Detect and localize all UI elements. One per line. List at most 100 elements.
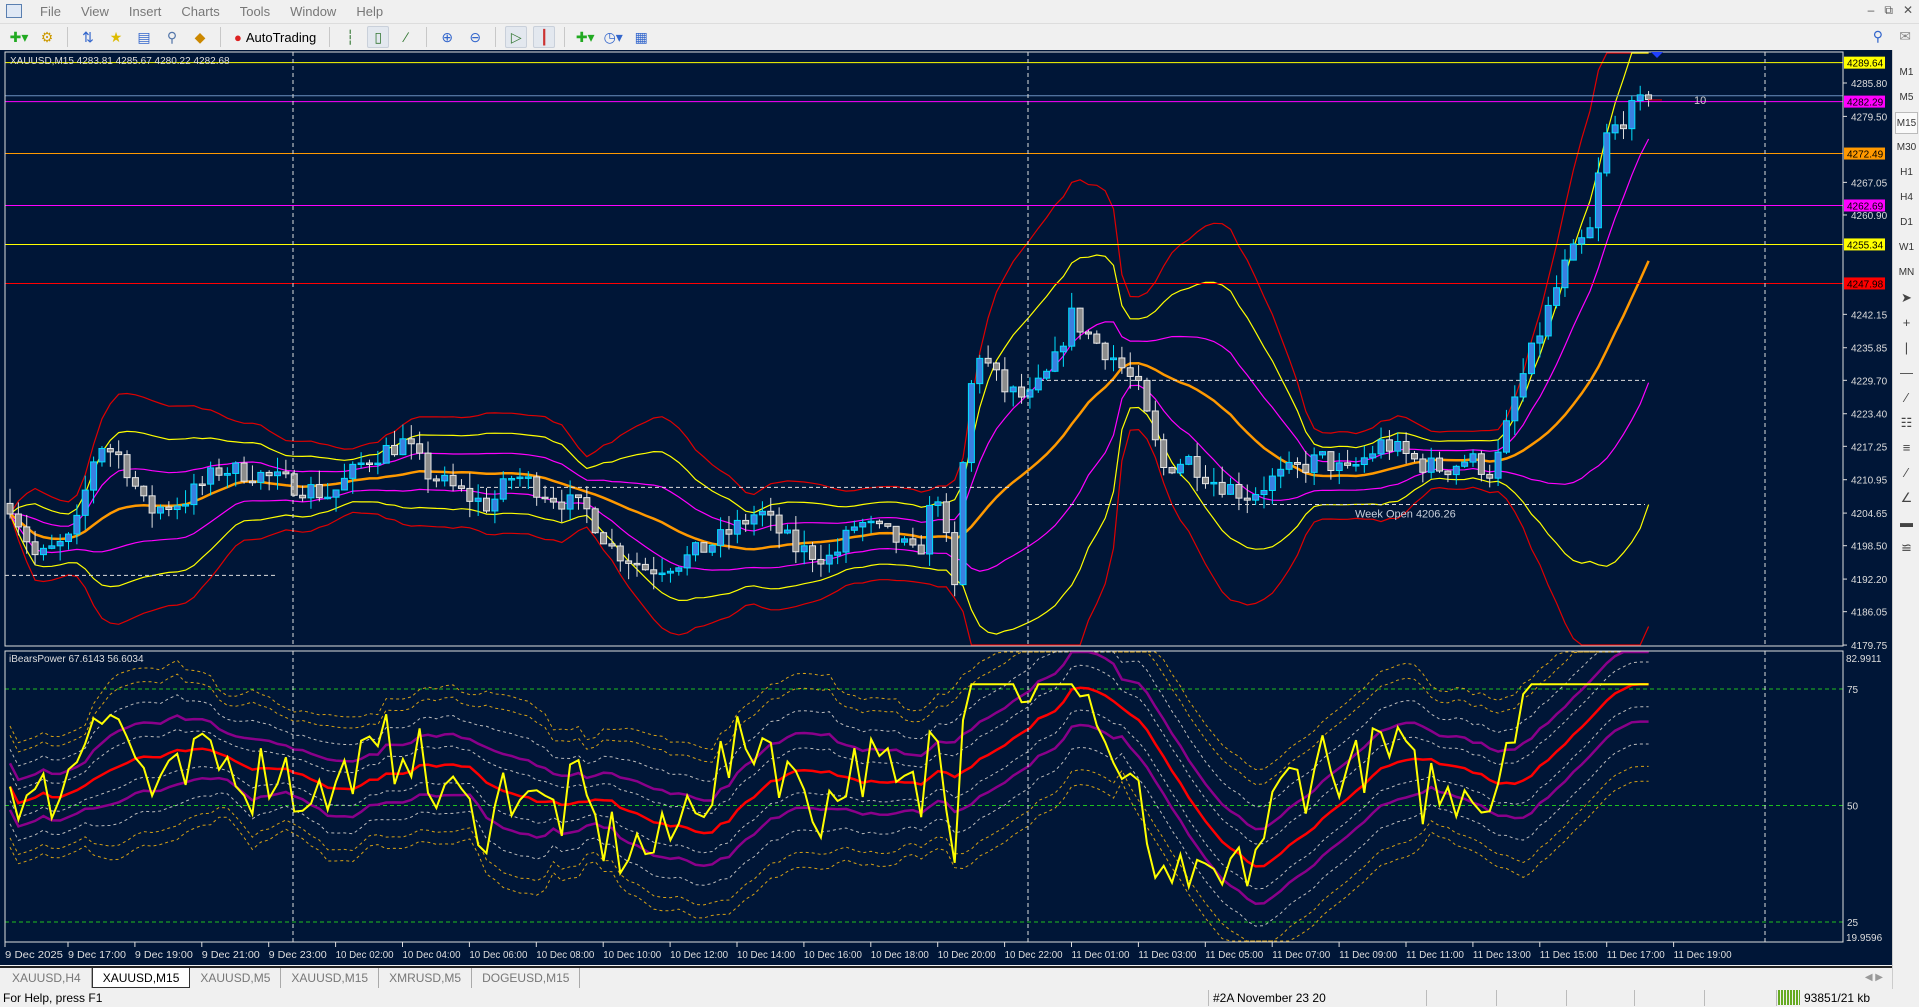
equidistant-channel-icon[interactable]: ☷ bbox=[1895, 412, 1918, 434]
candle bbox=[934, 496, 942, 517]
cursor-icon[interactable]: ➤ bbox=[1895, 287, 1918, 309]
time-label: 10 Dec 02:00 bbox=[336, 950, 394, 961]
fan-icon[interactable]: ∠ bbox=[1895, 487, 1918, 509]
candle-body bbox=[574, 494, 582, 499]
zoom-out-icon[interactable]: ⊖ bbox=[464, 26, 486, 48]
candle-body bbox=[566, 494, 574, 510]
candle bbox=[641, 557, 649, 571]
menu-tools[interactable]: Tools bbox=[230, 4, 280, 19]
candle bbox=[1385, 430, 1393, 460]
candle bbox=[1001, 357, 1009, 403]
bar-chart-button[interactable]: ┆ bbox=[339, 26, 361, 48]
candle bbox=[1260, 476, 1268, 509]
chart-tab[interactable]: XAUUSD,M15 bbox=[281, 968, 380, 988]
price-tick-label: 4198.50 bbox=[1851, 542, 1888, 553]
timeframe-mn[interactable]: MN bbox=[1895, 262, 1918, 284]
horizontal-line-icon[interactable]: — bbox=[1895, 362, 1918, 384]
indicator-level-label: 25 bbox=[1847, 918, 1859, 929]
autotrading-button[interactable]: ● AutoTrading bbox=[230, 30, 320, 45]
candle-body bbox=[399, 438, 407, 456]
metaeditor-icon[interactable]: ◆ bbox=[189, 26, 211, 48]
candle-body bbox=[1126, 367, 1134, 377]
candle-body bbox=[1302, 463, 1310, 473]
candle-body bbox=[81, 489, 89, 516]
chart-tab[interactable]: XMRUSD,M5 bbox=[379, 968, 473, 988]
timeframe-w1[interactable]: W1 bbox=[1895, 237, 1918, 259]
terminal-icon[interactable]: ▤ bbox=[133, 26, 155, 48]
chart-tab[interactable]: DOGEUSD,M15 bbox=[472, 968, 581, 988]
timeframe-m5[interactable]: M5 bbox=[1895, 87, 1918, 109]
candle-body bbox=[1494, 451, 1502, 479]
candle bbox=[850, 520, 858, 534]
fibonacci-icon[interactable]: ≡ bbox=[1895, 437, 1918, 459]
timeframe-h1[interactable]: H1 bbox=[1895, 162, 1918, 184]
indicators-button[interactable]: ✚▾ bbox=[574, 26, 596, 48]
close-button[interactable]: ✕ bbox=[1903, 3, 1913, 18]
candle bbox=[299, 485, 307, 502]
candle-body bbox=[449, 474, 457, 487]
candle-body bbox=[800, 545, 808, 553]
timeframe-h4[interactable]: H4 bbox=[1895, 187, 1918, 209]
timeframe-m30[interactable]: M30 bbox=[1895, 137, 1918, 159]
restore-button[interactable]: ⧉ bbox=[1884, 3, 1893, 18]
candle-body bbox=[850, 526, 858, 531]
status-traffic: 93851/21 kb bbox=[1804, 991, 1871, 1005]
candle bbox=[1469, 449, 1477, 467]
chart-shift-button[interactable]: ┃ bbox=[533, 26, 556, 48]
candle-body bbox=[173, 505, 181, 510]
rectangle-icon[interactable]: ▬ bbox=[1895, 512, 1918, 534]
timeframe-m1[interactable]: M1 bbox=[1895, 62, 1918, 84]
menu-view[interactable]: View bbox=[71, 4, 119, 19]
timeframe-d1[interactable]: D1 bbox=[1895, 212, 1918, 234]
line-chart-button[interactable]: ∕ bbox=[395, 26, 417, 48]
candle-body bbox=[516, 476, 524, 480]
trendline-icon[interactable]: ∕ bbox=[1895, 387, 1918, 409]
candle-body bbox=[558, 501, 566, 510]
candle-body bbox=[1068, 307, 1076, 347]
fibo-arcs-icon[interactable]: ≌ bbox=[1895, 537, 1918, 559]
vertical-line-icon[interactable]: | bbox=[1895, 337, 1918, 359]
auto-scroll-button[interactable]: ▷ bbox=[505, 26, 528, 48]
menu-insert[interactable]: Insert bbox=[119, 4, 172, 19]
candle-body bbox=[1043, 370, 1051, 379]
search-icon[interactable]: ⚲ bbox=[1873, 28, 1883, 45]
chart-canvas[interactable]: XAUUSD,M15 4283.81 4285.67 4280.22 4282.… bbox=[0, 50, 1892, 965]
timeframe-m15[interactable]: M15 bbox=[1895, 112, 1918, 134]
candle-body bbox=[1101, 342, 1109, 361]
minimize-button[interactable]: – bbox=[1868, 3, 1875, 18]
candlestick-button[interactable]: ▯ bbox=[367, 26, 390, 48]
candle bbox=[1594, 157, 1602, 242]
chart-tab[interactable]: XAUUSD,M5 bbox=[190, 968, 282, 988]
periods-button[interactable]: ◷▾ bbox=[602, 26, 624, 48]
candle-body bbox=[733, 519, 741, 535]
navigator-icon[interactable]: ★ bbox=[105, 26, 127, 48]
chart-tab[interactable]: XAUUSD,M15 bbox=[91, 968, 191, 988]
chat-icon[interactable]: ✉ bbox=[1899, 28, 1911, 45]
profiles-icon[interactable]: ⚙ bbox=[36, 26, 58, 48]
candle-body bbox=[1528, 342, 1536, 375]
new-chart-button[interactable]: ✚▾ bbox=[8, 26, 30, 48]
candle-body bbox=[1502, 420, 1510, 453]
zoom-in-icon[interactable]: ⊕ bbox=[436, 26, 458, 48]
candle-body bbox=[1369, 453, 1377, 459]
tab-scroll-arrows[interactable]: ◀ ▶ bbox=[1865, 972, 1883, 983]
price-tick-label: 4186.05 bbox=[1851, 608, 1888, 619]
candle bbox=[1578, 229, 1586, 254]
candle-body bbox=[90, 461, 98, 491]
menu-help[interactable]: Help bbox=[346, 4, 393, 19]
menu-file[interactable]: File bbox=[30, 4, 71, 19]
candle bbox=[1502, 409, 1510, 455]
strategy-tester-icon[interactable]: ⚲ bbox=[161, 26, 183, 48]
channel-icon[interactable]: ⁄ bbox=[1895, 462, 1918, 484]
menu-charts[interactable]: Charts bbox=[171, 4, 229, 19]
time-label: 11 Dec 09:00 bbox=[1339, 950, 1397, 961]
templates-icon[interactable]: ▦ bbox=[630, 26, 652, 48]
crosshair-icon[interactable]: + bbox=[1895, 312, 1918, 334]
time-label: 10 Dec 20:00 bbox=[938, 950, 996, 961]
candle-body bbox=[541, 496, 549, 500]
market-watch-icon[interactable]: ⇅ bbox=[77, 26, 99, 48]
menu-window[interactable]: Window bbox=[280, 4, 346, 19]
chart-tab[interactable]: XAUUSD,H4 bbox=[2, 968, 92, 988]
candle bbox=[106, 443, 114, 467]
candle bbox=[825, 543, 833, 573]
